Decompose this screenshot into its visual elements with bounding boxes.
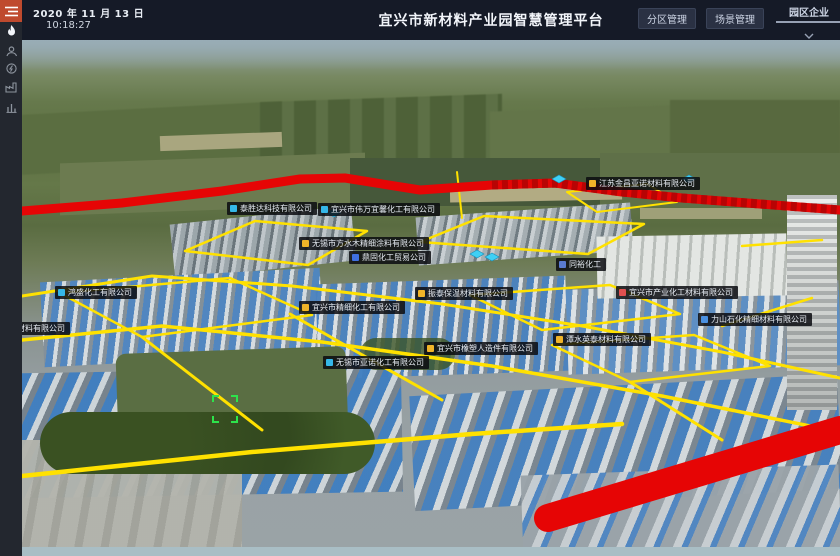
hamburger-menu-icon (5, 2, 18, 21)
company-label-chip[interactable]: 力山石化精细材料有限公司 (698, 313, 812, 326)
company-label-text: 同裕化工 (569, 261, 601, 269)
statistics-button[interactable] (0, 98, 22, 116)
current-date: 2020 年 11 月 13 日 (33, 5, 144, 20)
company-marker-icon (701, 316, 708, 323)
company-label-text: 鼎固化工贸易公司 (362, 254, 426, 262)
company-marker-icon (302, 304, 309, 311)
company-label-text: 无锡市亚诺化工有限公司 (336, 359, 424, 367)
company-label-text: 泰胜达科技有限公司 (240, 205, 312, 213)
company-marker-icon (58, 289, 65, 296)
page-title: 宜兴市新材料产业园智慧管理平台 (379, 10, 604, 30)
flame-icon (6, 25, 17, 38)
zone-management-button[interactable]: 分区管理 (638, 8, 696, 29)
company-marker-icon (427, 345, 434, 352)
company-label-chip[interactable]: 无锡市亚诺化工有限公司 (323, 356, 429, 369)
company-label-chip[interactable]: 宜兴市伟万宜馨化工有限公司 (318, 203, 440, 216)
user-icon (6, 46, 17, 57)
company-marker-icon (302, 240, 309, 247)
company-marker-icon (589, 180, 596, 187)
company-marker-icon (418, 290, 425, 297)
app-window: 2020 年 11 月 13 日 10:18:27 宜兴市新材料产业园智慧管理平… (0, 0, 840, 556)
company-label-text: 振泰保温材料有限公司 (428, 290, 508, 298)
company-label-chip[interactable]: 宜兴市橡塑人造件有限公司 (424, 342, 538, 355)
scene-management-button[interactable]: 场景管理 (706, 8, 764, 29)
company-label-text: 宜兴市精细化工有限公司 (312, 304, 400, 312)
company-label-text: 丽膜材料有限公司 (22, 325, 65, 333)
current-time: 10:18:27 (46, 20, 91, 31)
company-marker-icon (619, 289, 626, 296)
company-label-chip[interactable]: 振泰保温材料有限公司 (415, 287, 513, 300)
company-label-chip[interactable]: 丽膜材料有限公司 (22, 322, 70, 335)
enterprise-button[interactable] (0, 78, 22, 96)
sidebar (0, 0, 22, 556)
company-marker-icon (352, 254, 359, 261)
company-label-chip[interactable]: 潭水英泰材料有限公司 (553, 333, 651, 346)
company-label-chip[interactable]: 江苏金昌亚诺材料有限公司 (586, 177, 700, 190)
company-label-text: 宜兴市伟万宜馨化工有限公司 (331, 206, 435, 214)
company-label-text: 潭水英泰材料有限公司 (566, 336, 646, 344)
park-enterprises-menu[interactable]: 园区企业 (776, 4, 840, 36)
personnel-button[interactable] (0, 42, 22, 60)
map-3d-viewport[interactable]: 泰胜达科技有限公司 宜兴市伟万宜馨化工有限公司无锡市方水木精细涂料有限公司鼎固化工… (22, 40, 840, 556)
company-label-chip[interactable]: 泰胜达科技有限公司 (227, 202, 317, 215)
company-label-chip[interactable]: 鼎固化工贸易公司 (349, 251, 431, 264)
chevron-down-icon (804, 24, 814, 30)
company-marker-icon (556, 336, 563, 343)
bar-chart-icon (6, 102, 17, 113)
company-marker-icon (326, 359, 333, 366)
company-label-chip[interactable]: 鸿盛化工有限公司 (55, 286, 137, 299)
company-label-text: 宜兴市橡塑人造件有限公司 (437, 345, 533, 353)
power-bolt-icon (6, 63, 17, 74)
company-label-text: 宜兴市产业化工材料有限公司 (629, 289, 733, 297)
company-label-text: 鸿盛化工有限公司 (68, 289, 132, 297)
menu-toggle-button[interactable] (0, 0, 22, 22)
energy-button[interactable] (0, 59, 22, 77)
company-marker-icon (321, 206, 328, 213)
park-enterprises-label: 园区企业 (776, 4, 840, 23)
company-marker-icon (559, 261, 566, 268)
company-label-chip[interactable]: 无锡市方水木精细涂料有限公司 (299, 237, 429, 250)
company-label-chip[interactable]: 宜兴市精细化工有限公司 (299, 301, 405, 314)
company-label-text: 江苏金昌亚诺材料有限公司 (599, 180, 695, 188)
fire-monitor-button[interactable] (0, 22, 22, 40)
company-label-text: 无锡市方水木精细涂料有限公司 (312, 240, 424, 248)
company-marker-icon (230, 205, 237, 212)
company-label-chip[interactable]: 宜兴市产业化工材料有限公司 (616, 286, 738, 299)
factory-icon (5, 82, 17, 93)
company-label-text: 力山石化精细材料有限公司 (711, 316, 807, 324)
map-labels-layer: 泰胜达科技有限公司 宜兴市伟万宜馨化工有限公司无锡市方水木精细涂料有限公司鼎固化工… (22, 40, 840, 556)
company-label-chip[interactable]: 同裕化工 (556, 258, 606, 271)
header-bar: 2020 年 11 月 13 日 10:18:27 宜兴市新材料产业园智慧管理平… (22, 0, 840, 40)
